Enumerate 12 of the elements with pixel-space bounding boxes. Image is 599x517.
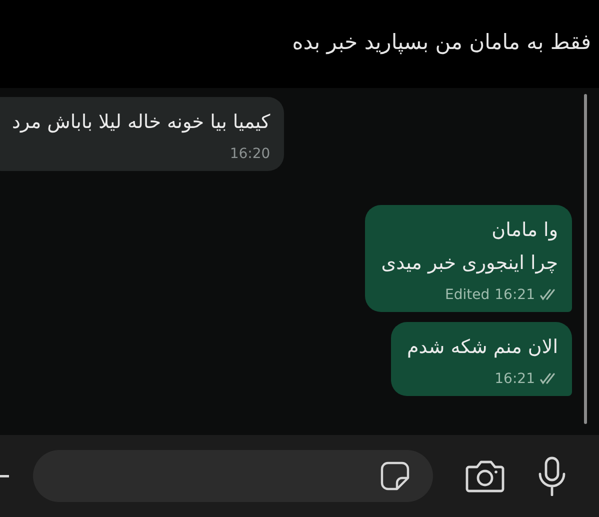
edited-label: Edited: [445, 286, 490, 304]
sticker-icon[interactable]: [379, 460, 411, 492]
message-text: الان منم شکه شدم: [407, 335, 558, 360]
message-text: کیمیا بیا خونه خاله لیلا باباش مرد: [12, 110, 270, 135]
microphone-icon[interactable]: [537, 456, 567, 496]
message-time: 16:21: [494, 370, 535, 388]
message-time: 16:20: [230, 145, 270, 163]
camera-icon[interactable]: [465, 459, 505, 493]
dash-icon[interactable]: [0, 474, 9, 478]
caption-text: فقط به مامان من بسپارید خبر بده: [292, 29, 591, 56]
message-text: وا مامان چرا اینجوری خبر میدی: [381, 218, 558, 276]
message-time: 16:21: [494, 286, 535, 304]
